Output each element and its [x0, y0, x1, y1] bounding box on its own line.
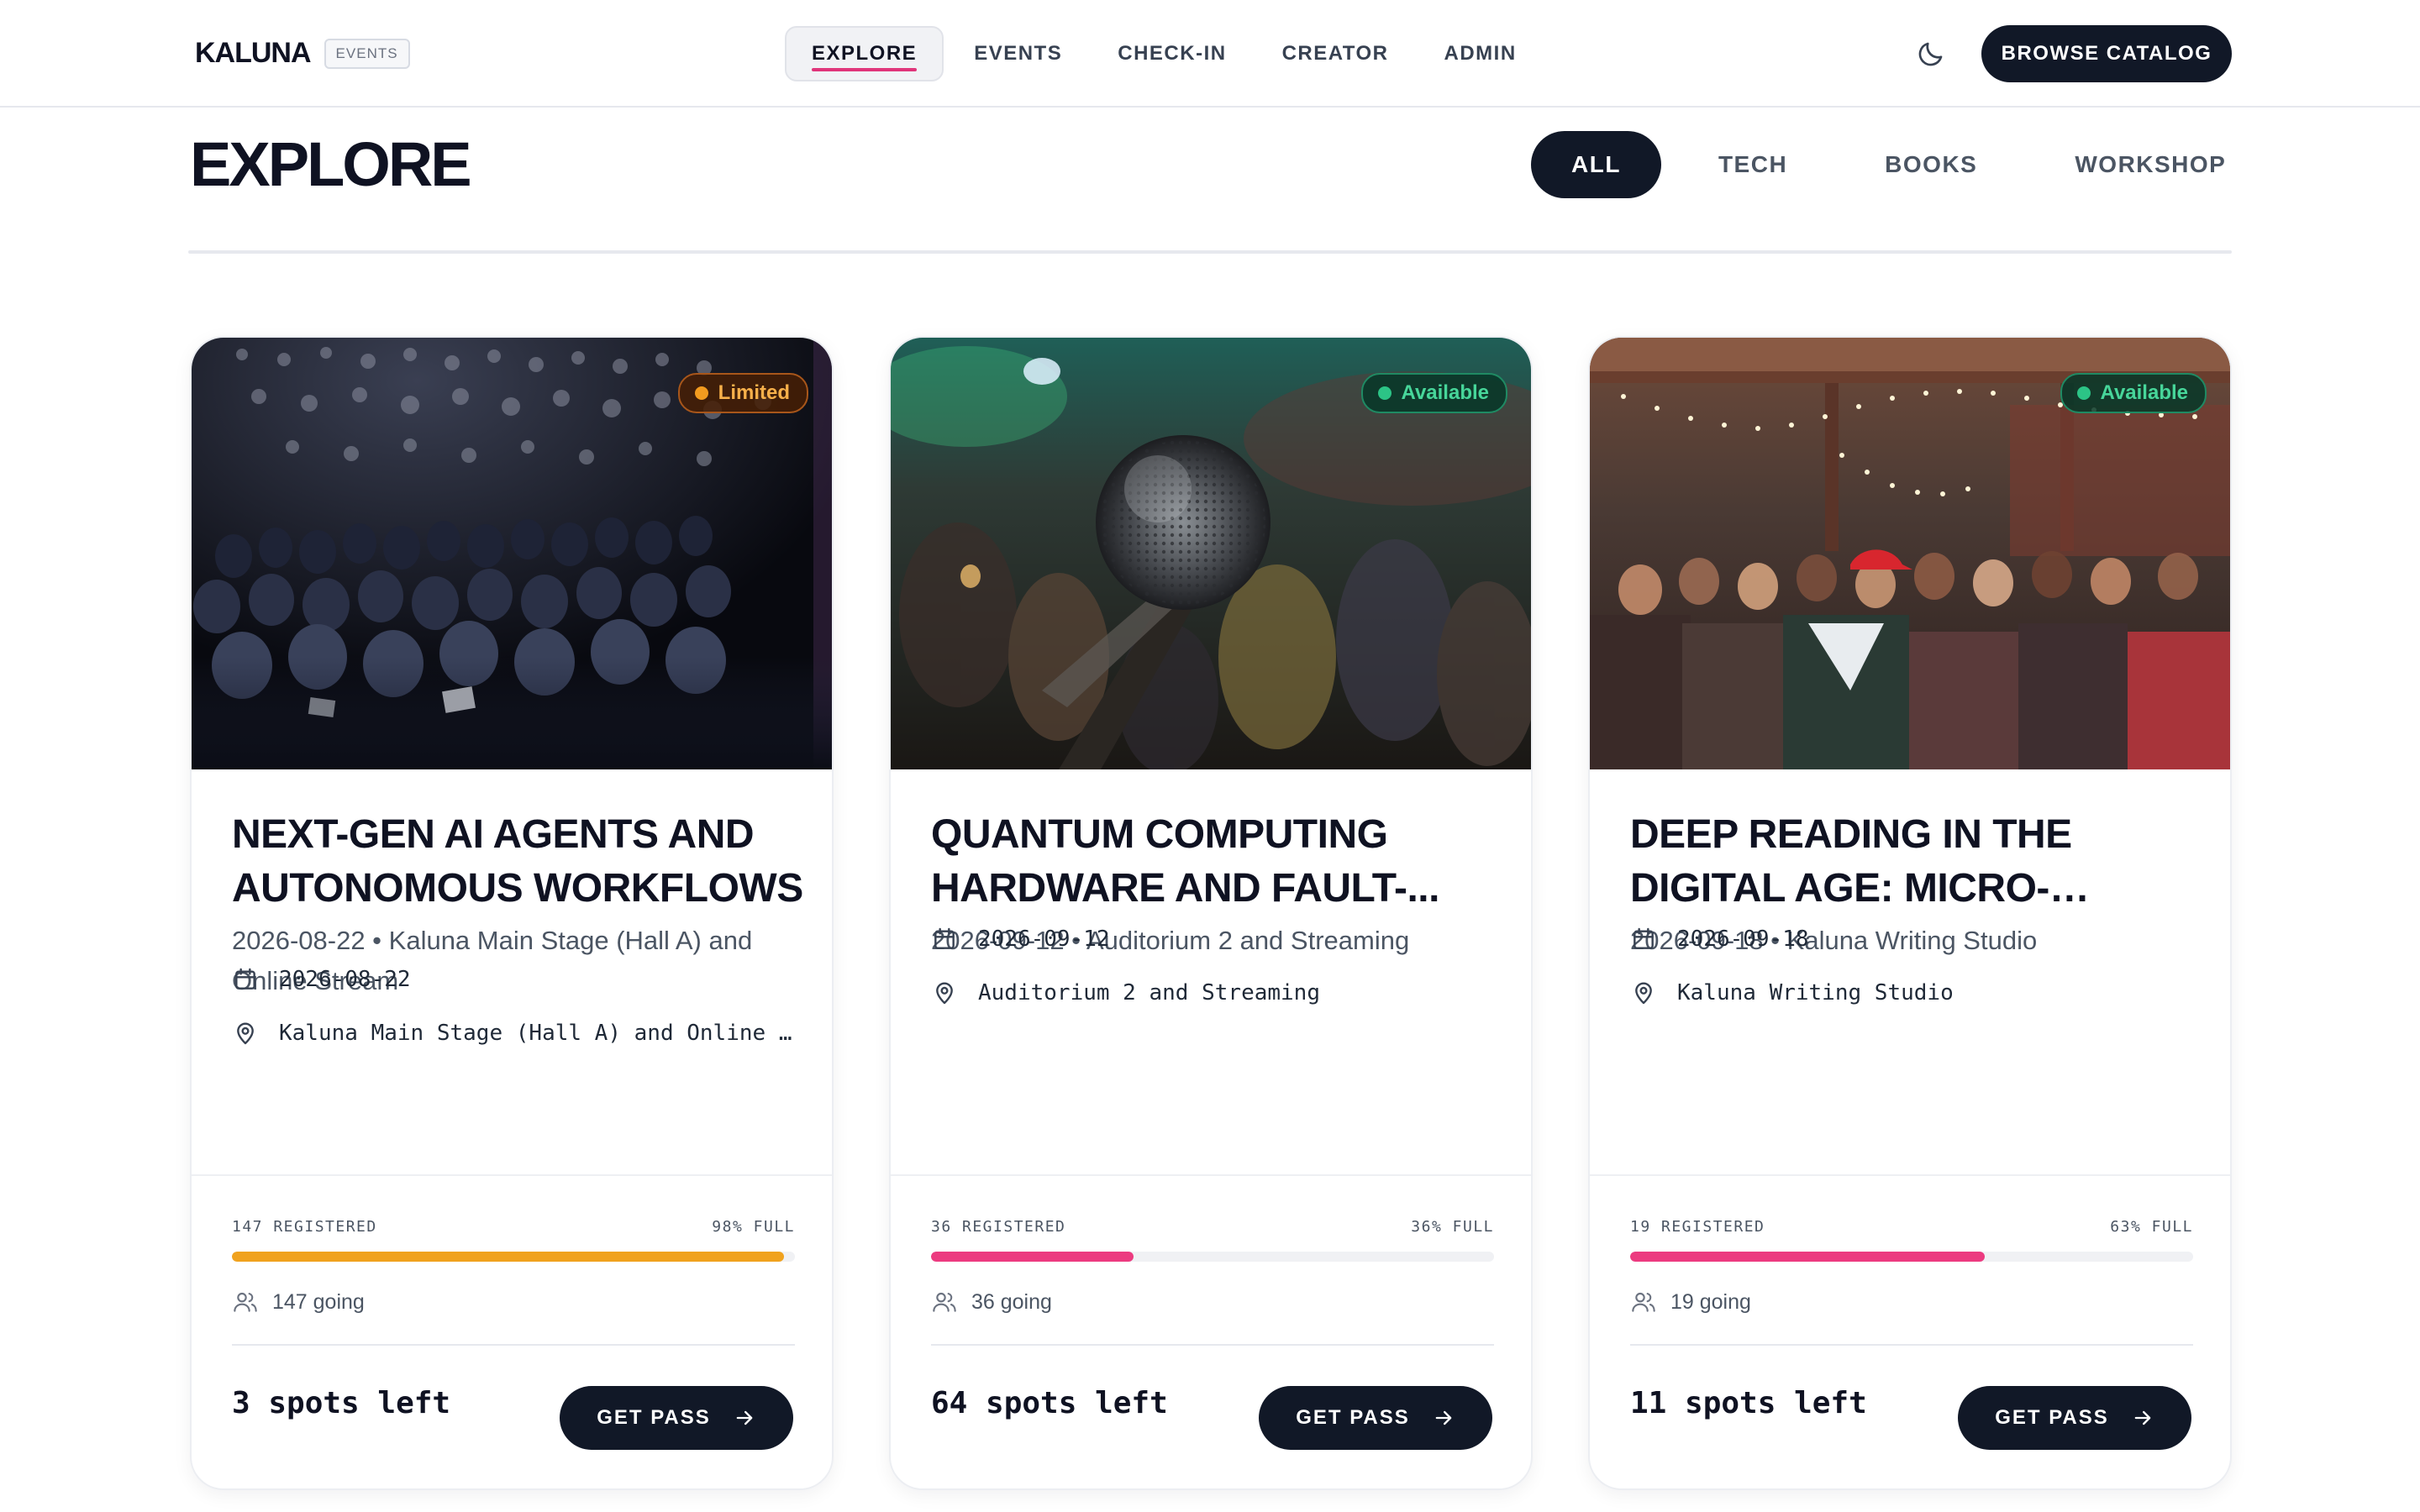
event-image-crowd-party[interactable]: Available: [1590, 338, 2230, 769]
get-pass-label: GET PASS: [1995, 1406, 2109, 1429]
users-icon: [933, 1292, 956, 1312]
nav-creator[interactable]: CREATOR: [1257, 26, 1414, 81]
event-location-row: Auditorium 2 and Streaming: [931, 979, 1499, 1006]
footer-divider: [931, 1344, 1494, 1346]
get-pass-label: GET PASS: [1296, 1406, 1410, 1429]
status-dot: [694, 386, 708, 400]
status-badge: Available: [2060, 373, 2207, 413]
footer-divider: [1630, 1344, 2193, 1346]
nav-explore[interactable]: EXPLORE: [785, 26, 944, 81]
status-label: Available: [1401, 381, 1490, 404]
event-image-microphone[interactable]: Available: [891, 338, 1531, 769]
capacity-bar-fill: [1630, 1252, 1986, 1262]
event-card[interactable]: Available QUANTUM COMPUTING HARDWARE AND…: [889, 336, 1533, 1490]
spots-left: 3 spots left: [232, 1386, 451, 1420]
map-pin-icon: [237, 1022, 254, 1045]
registered-count: 147 REGISTERED: [232, 1218, 377, 1236]
event-date: 2026-09-18: [1677, 927, 1809, 952]
card-divider: [192, 1174, 832, 1176]
fill-percentage: 36% FULL: [1411, 1218, 1494, 1236]
brand-name: KALUNA: [195, 37, 312, 69]
registered-count: 36 REGISTERED: [931, 1218, 1066, 1236]
capacity-bar: [1630, 1252, 2193, 1262]
event-date-row: 2026-09-12: [931, 926, 1499, 953]
event-location-row: Kaluna Writing Studio: [1630, 979, 2198, 1006]
status-badge: Available: [1360, 373, 1507, 413]
users-icon: [234, 1292, 257, 1312]
get-pass-label: GET PASS: [597, 1406, 711, 1429]
event-card[interactable]: Limited NEXT-GEN AI AGENTS AND AUTONOMOU…: [190, 336, 834, 1490]
filter-tech[interactable]: TECH: [1678, 131, 1828, 198]
filter-books[interactable]: BOOKS: [1844, 131, 2018, 198]
capacity-bar: [931, 1252, 1494, 1262]
registered-count: 19 REGISTERED: [1630, 1218, 1765, 1236]
status-label: Available: [2100, 381, 2189, 404]
moon-icon: [1918, 42, 1943, 66]
fill-percentage: 98% FULL: [712, 1218, 795, 1236]
capacity-bar-fill: [232, 1252, 784, 1262]
map-pin-icon: [936, 982, 953, 1005]
event-location-row: Kaluna Main Stage (Hall A) and Online St…: [232, 1020, 800, 1047]
nav-admin[interactable]: ADMIN: [1419, 26, 1542, 81]
going-count: 19 going: [1670, 1289, 1751, 1314]
attendees-row: 19 going: [1630, 1289, 1751, 1315]
get-pass-button[interactable]: GET PASS: [1958, 1386, 2191, 1450]
brand-badge: EVENTS: [324, 38, 410, 69]
spots-left: 11 spots left: [1630, 1386, 1867, 1420]
event-date: 2026-09-12: [978, 927, 1110, 952]
brand-logo[interactable]: KALUNA EVENTS: [195, 37, 410, 70]
event-title[interactable]: NEXT-GEN AI AGENTS AND AUTONOMOUS WORKFL…: [232, 808, 803, 916]
event-date: 2026-08-22: [279, 967, 411, 992]
status-dot: [1377, 386, 1392, 400]
event-date-row: 2026-08-22: [232, 966, 800, 993]
status-dot: [2076, 386, 2091, 400]
theme-toggle-button[interactable]: [1911, 34, 1951, 74]
category-filters: ALL TECH BOOKS WORKSHOP: [1531, 131, 2266, 198]
nav-events[interactable]: EVENTS: [949, 26, 1087, 81]
event-title[interactable]: QUANTUM COMPUTING HARDWARE AND FAULT-...: [931, 808, 1502, 916]
page-title: EXPLORE: [190, 129, 472, 199]
arrow-right-icon: [1435, 1410, 1452, 1425]
status-badge: Limited: [677, 373, 808, 413]
top-navbar: KALUNA EVENTS EXPLORE EVENTS CHECK-IN CR…: [0, 0, 2420, 108]
capacity-labels: 19 REGISTERED 63% FULL: [1630, 1218, 2193, 1236]
event-card[interactable]: Available DEEP READING IN THE DIGITAL AG…: [1588, 336, 2232, 1490]
event-date-row: 2026-09-18: [1630, 926, 2198, 953]
main-nav: EXPLORE EVENTS CHECK-IN CREATOR ADMIN: [785, 25, 1547, 82]
nav-check-in[interactable]: CHECK-IN: [1092, 26, 1251, 81]
capacity-bar: [232, 1252, 795, 1262]
get-pass-button[interactable]: GET PASS: [1259, 1386, 1492, 1450]
capacity-labels: 147 REGISTERED 98% FULL: [232, 1218, 795, 1236]
calendar-icon: [934, 927, 955, 949]
attendees-row: 36 going: [931, 1289, 1052, 1315]
arrow-right-icon: [736, 1410, 753, 1425]
attendees-row: 147 going: [232, 1289, 365, 1315]
filter-all[interactable]: ALL: [1531, 131, 1661, 198]
spots-left: 64 spots left: [931, 1386, 1168, 1420]
event-image-conference-audience[interactable]: Limited: [192, 338, 832, 769]
event-location: Kaluna Main Stage (Hall A) and Online St…: [279, 1021, 800, 1046]
arrow-right-icon: [2134, 1410, 2151, 1425]
card-divider: [891, 1174, 1531, 1176]
users-icon: [1632, 1292, 1655, 1312]
event-location: Auditorium 2 and Streaming: [978, 980, 1320, 1005]
capacity-labels: 36 REGISTERED 36% FULL: [931, 1218, 1494, 1236]
event-title[interactable]: DEEP READING IN THE DIGITAL AGE: MICRO-E…: [1630, 808, 2202, 916]
filter-workshop[interactable]: WORKSHOP: [2034, 131, 2266, 198]
card-divider: [1590, 1174, 2230, 1176]
capacity-bar-fill: [931, 1252, 1134, 1262]
status-label: Limited: [718, 381, 790, 404]
going-count: 147 going: [272, 1289, 365, 1314]
calendar-icon: [235, 968, 255, 990]
get-pass-button[interactable]: GET PASS: [560, 1386, 793, 1450]
browse-catalog-button[interactable]: BROWSE CATALOG: [1981, 25, 2232, 82]
header-divider: [188, 250, 2232, 254]
going-count: 36 going: [971, 1289, 1052, 1314]
footer-divider: [232, 1344, 795, 1346]
event-location: Kaluna Writing Studio: [1677, 980, 1954, 1005]
fill-percentage: 63% FULL: [2110, 1218, 2193, 1236]
calendar-icon: [1634, 927, 1654, 949]
map-pin-icon: [1635, 982, 1652, 1005]
